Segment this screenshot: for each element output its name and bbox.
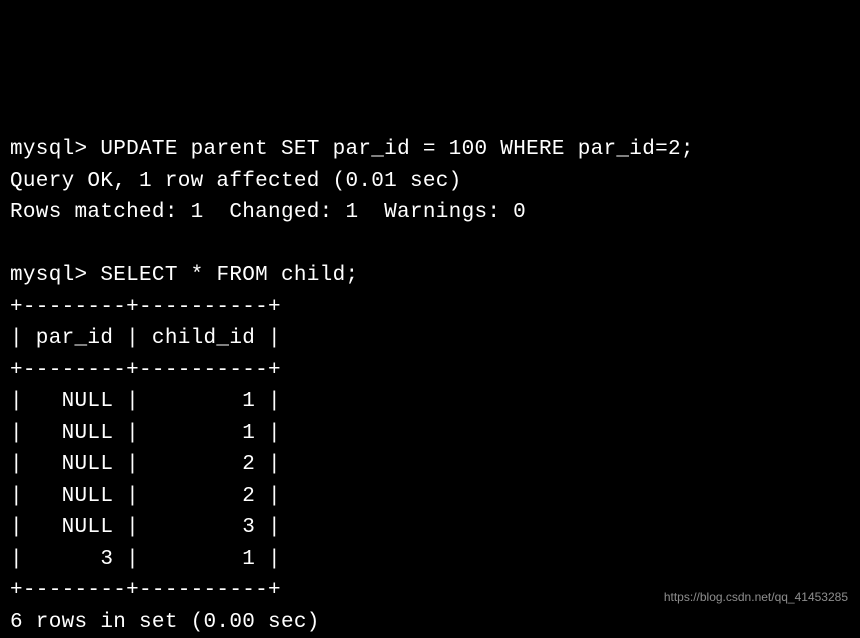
table-header: | par_id | child_id | — [10, 327, 281, 350]
table-border-mid: +--------+----------+ — [10, 359, 281, 382]
sql-select-command: SELECT * FROM child; — [100, 264, 358, 287]
table-row: | NULL | 1 | — [10, 390, 281, 413]
table-row: | NULL | 1 | — [10, 422, 281, 445]
rows-in-set-response: 6 rows in set (0.00 sec) — [10, 611, 320, 634]
sql-update-command: UPDATE parent SET par_id = 100 WHERE par… — [100, 138, 694, 161]
table-row: | 3 | 1 | — [10, 548, 281, 571]
rows-matched-response: Rows matched: 1 Changed: 1 Warnings: 0 — [10, 201, 526, 224]
watermark-text: https://blog.csdn.net/qq_41453285 — [664, 588, 848, 606]
table-border-bottom: +--------+----------+ — [10, 579, 281, 602]
table-border-top: +--------+----------+ — [10, 296, 281, 319]
table-row: | NULL | 2 | — [10, 485, 281, 508]
query-ok-response: Query OK, 1 row affected (0.01 sec) — [10, 170, 462, 193]
table-row: | NULL | 2 | — [10, 453, 281, 476]
mysql-prompt: mysql> — [10, 138, 87, 161]
mysql-prompt: mysql> — [10, 264, 87, 287]
table-row: | NULL | 3 | — [10, 516, 281, 539]
